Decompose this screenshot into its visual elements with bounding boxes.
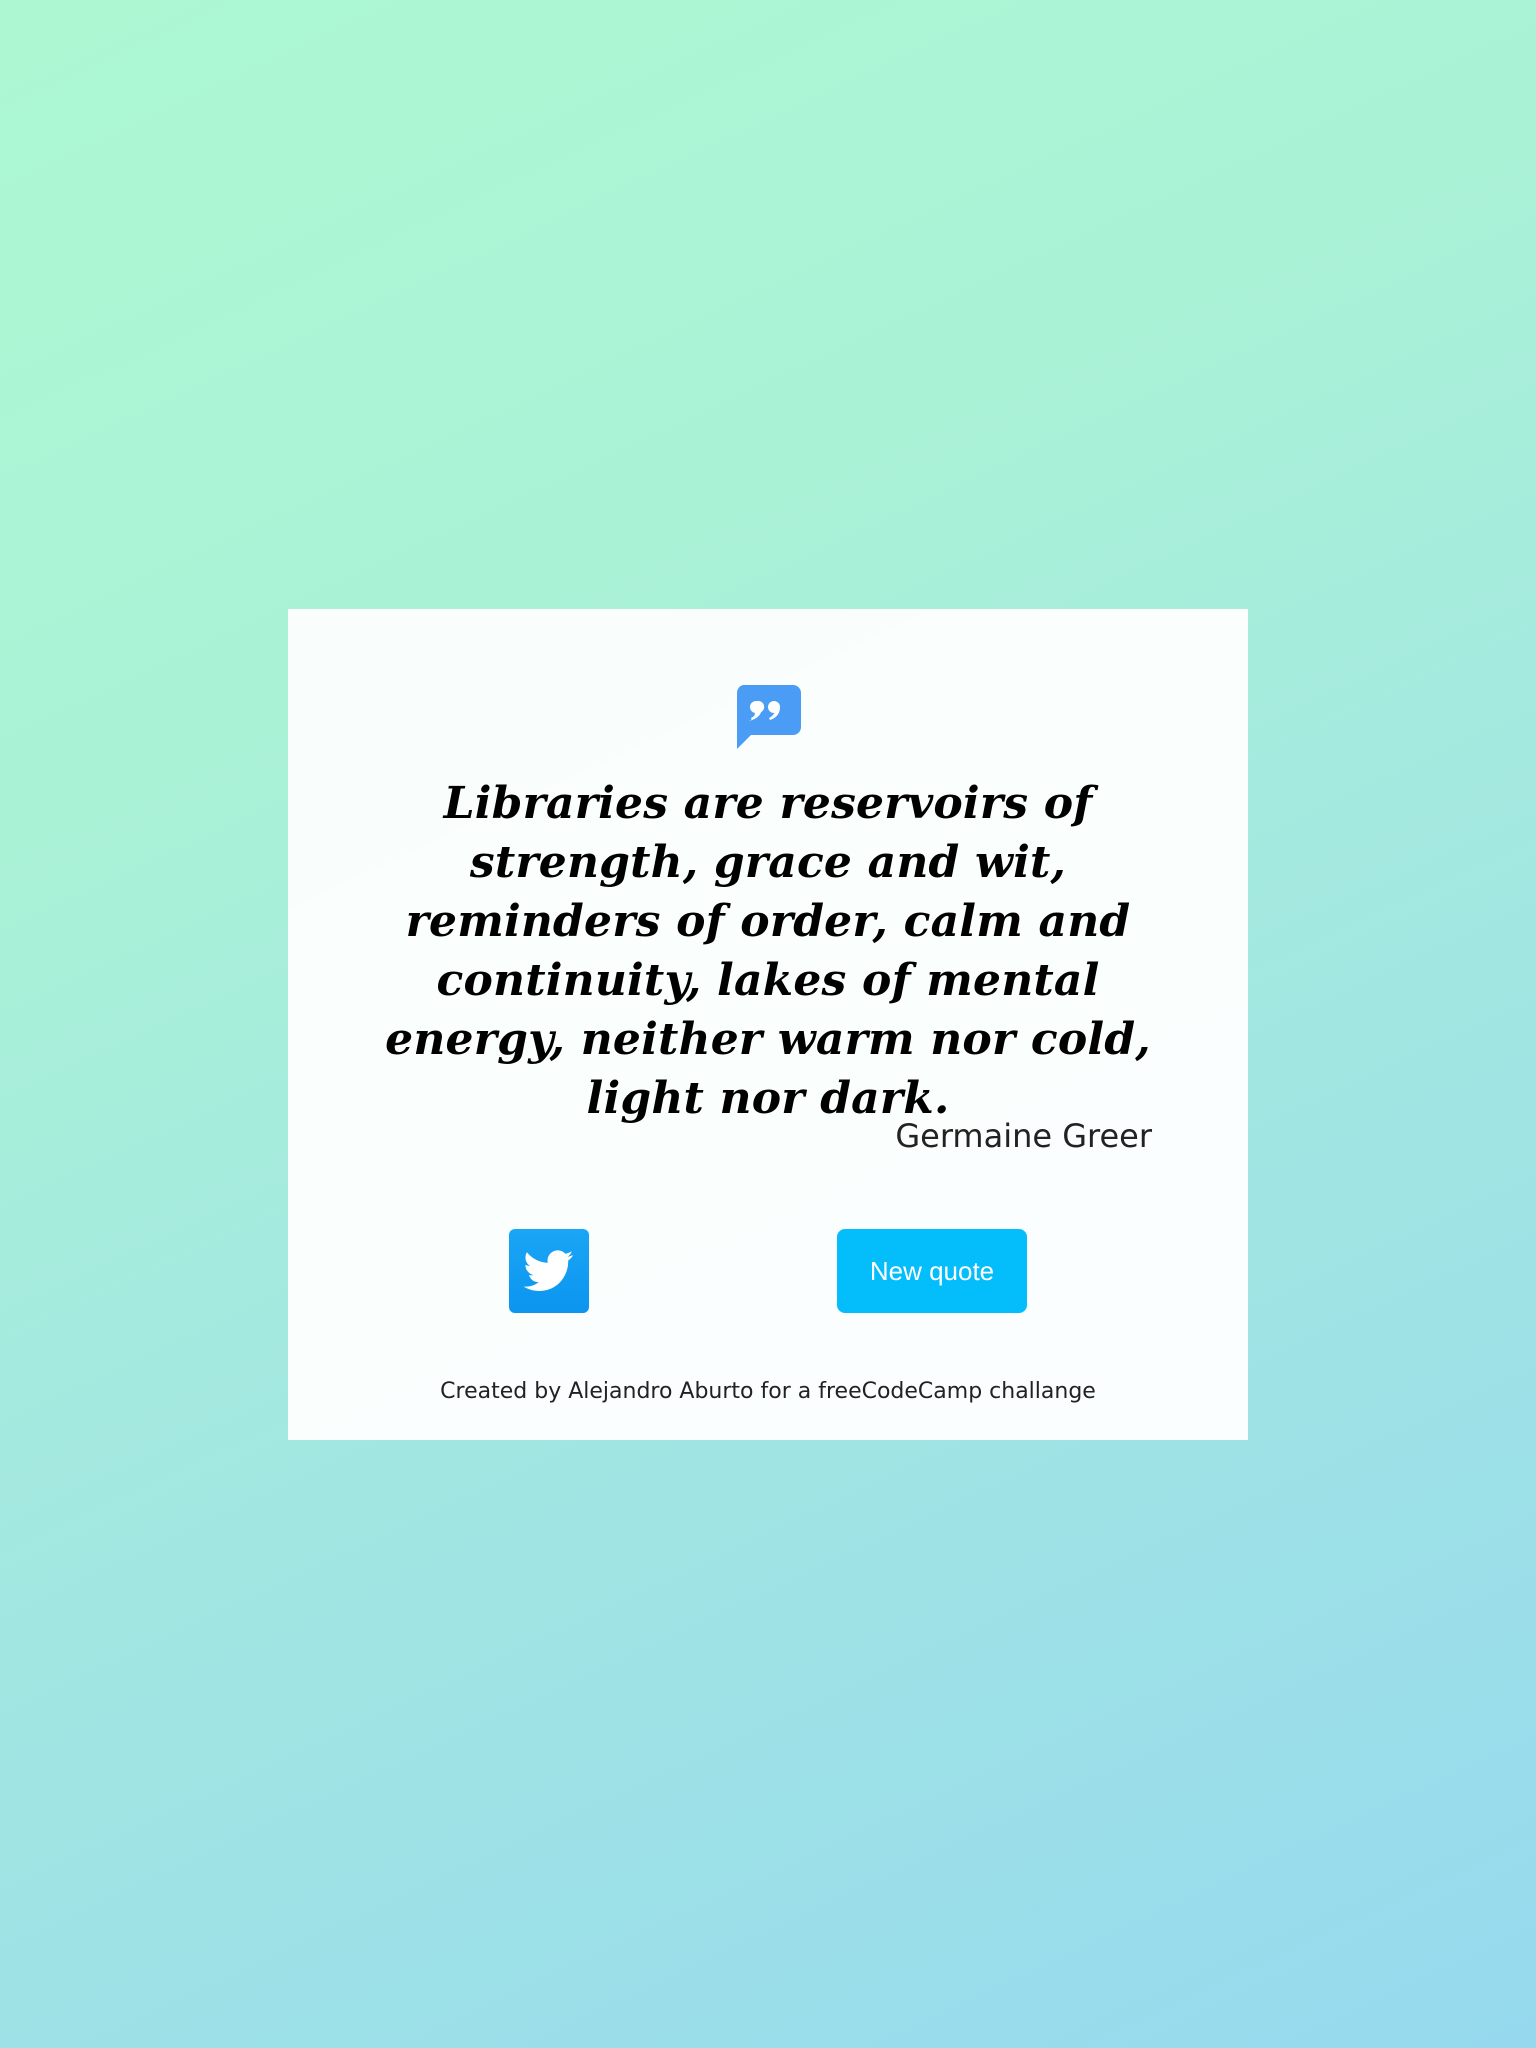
quote-box: Libraries are reservoirs of strength, gr… bbox=[288, 609, 1248, 1440]
tweet-quote-button[interactable] bbox=[509, 1229, 589, 1313]
new-quote-button[interactable]: New quote bbox=[837, 1229, 1027, 1313]
twitter-icon bbox=[524, 1250, 574, 1291]
quote-author: Germaine Greer bbox=[895, 1117, 1152, 1155]
quote-text: Libraries are reservoirs of strength, gr… bbox=[385, 778, 1151, 1124]
quote-bubble-icon bbox=[736, 685, 801, 749]
footer-credit: Created by Alejandro Aburto for a freeCo… bbox=[440, 1379, 1096, 1404]
